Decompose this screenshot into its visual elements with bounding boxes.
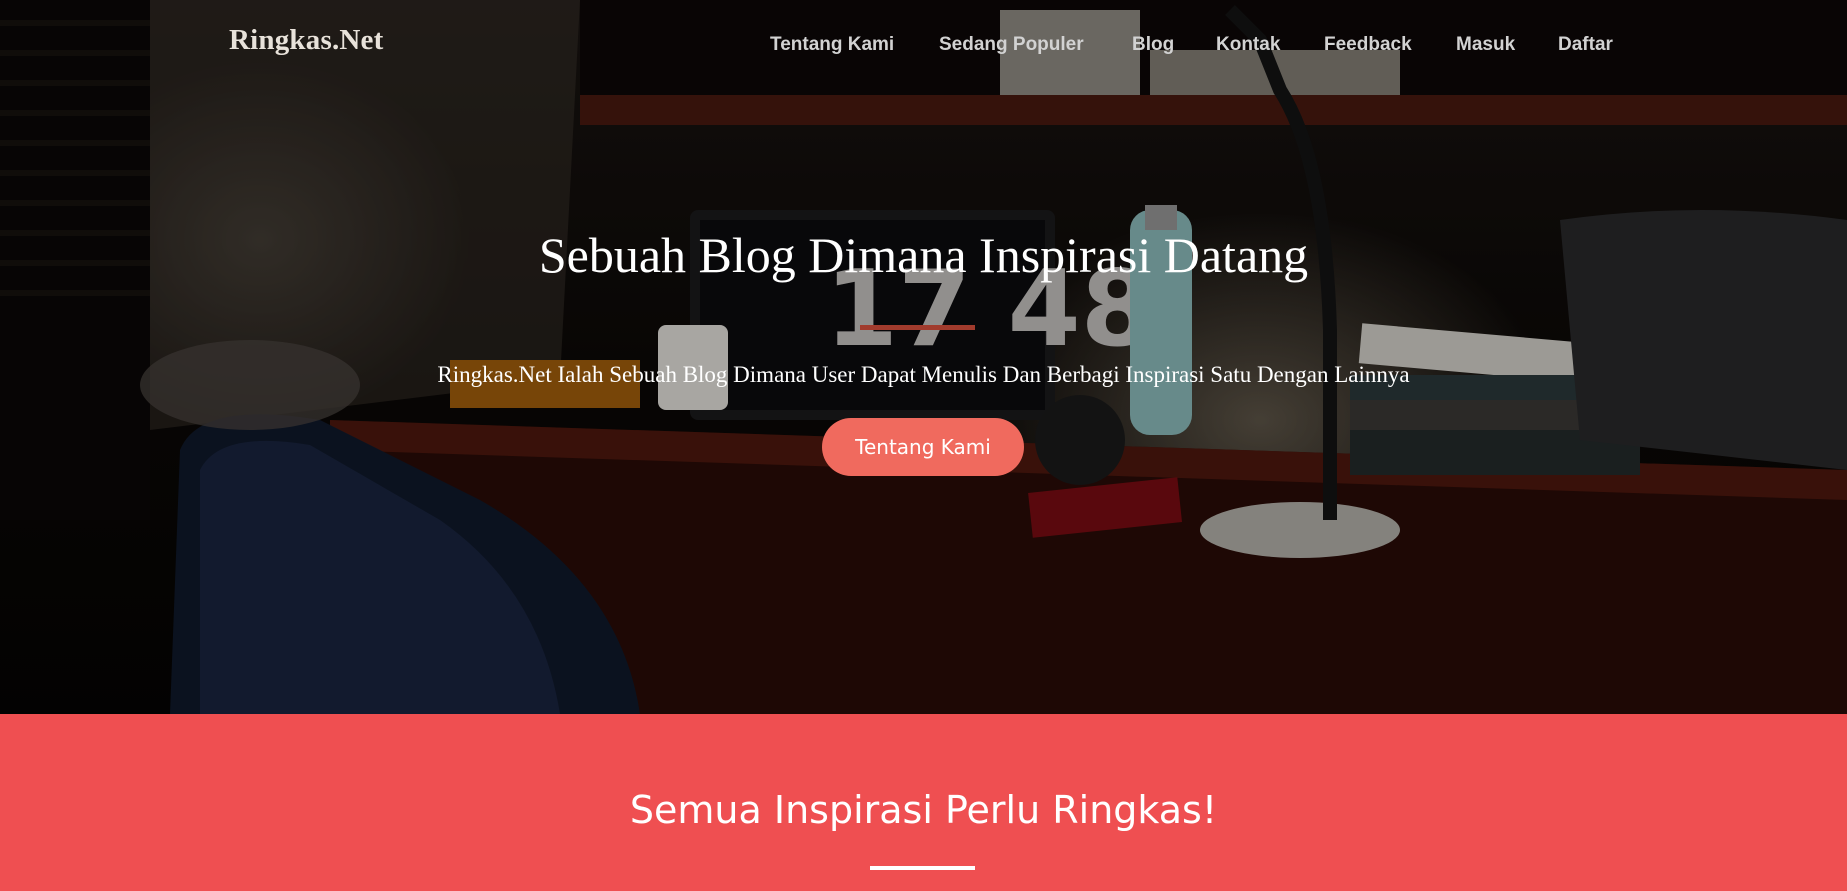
nav-item-daftar[interactable]: Daftar	[1558, 34, 1613, 56]
nav-item-tentang-kami[interactable]: Tentang Kami	[770, 34, 894, 56]
section-divider	[870, 866, 975, 870]
main-nav: Tentang Kami Sedang Populer Blog Kontak …	[0, 34, 1847, 64]
tentang-kami-button[interactable]: Tentang Kami	[822, 418, 1024, 476]
inspiration-section: Semua Inspirasi Perlu Ringkas!	[0, 714, 1847, 891]
nav-item-feedback[interactable]: Feedback	[1324, 34, 1412, 56]
hero-section: 17 48 Ringkas.Net Tentang Kami Sedang Po…	[0, 0, 1847, 714]
hero-subtitle: Ringkas.Net Ialah Sebuah Blog Dimana Use…	[437, 362, 1410, 387]
hero-title: Sebuah Blog Dimana Inspirasi Datang	[538, 227, 1309, 283]
nav-item-sedang-populer[interactable]: Sedang Populer	[939, 34, 1084, 56]
nav-item-masuk[interactable]: Masuk	[1456, 34, 1515, 56]
nav-item-blog[interactable]: Blog	[1132, 34, 1174, 56]
nav-item-kontak[interactable]: Kontak	[1216, 34, 1280, 56]
section-title: Semua Inspirasi Perlu Ringkas!	[629, 788, 1218, 832]
hero-dark-overlay	[0, 0, 1847, 714]
